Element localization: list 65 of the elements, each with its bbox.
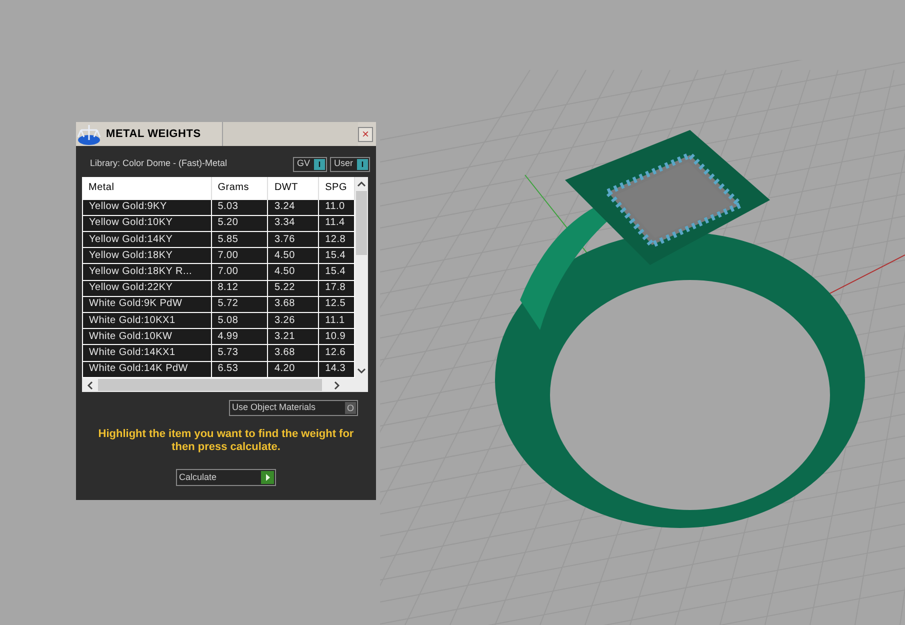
table-cell: Yellow Gold:14KY: [82, 231, 212, 248]
use-object-materials-toggle[interactable]: Use Object Materials O: [229, 400, 358, 416]
table-cell: 5.72: [211, 296, 268, 313]
table-cell: Yellow Gold:18KY: [82, 248, 212, 264]
table-cell: 5.22: [268, 280, 319, 296]
toggle-switch[interactable]: GV I: [292, 156, 327, 172]
table-cell: 5.73: [211, 344, 268, 362]
table-cell: 6.53: [211, 361, 268, 378]
table-cell: 3.76: [268, 231, 319, 248]
library-label: Library: Color Dome - (Fast)-Metal: [90, 157, 228, 170]
calculate-button[interactable]: Calculate: [176, 469, 276, 486]
table-cell: 4.99: [211, 328, 268, 345]
scrollbar-thumb[interactable]: [356, 191, 368, 255]
table-cell: Yellow Gold:18KY R...: [82, 264, 212, 280]
table-cell: White Gold:9K PdW: [82, 296, 212, 313]
scale-icon: [76, 122, 102, 146]
table-cell: Yellow Gold:10KY: [82, 215, 212, 232]
play-icon: [261, 471, 274, 484]
table-cell: 3.34: [268, 215, 319, 232]
table-cell: 3.68: [268, 344, 319, 362]
table-cell: 5.85: [211, 231, 268, 248]
table-cell: 17.8: [318, 280, 355, 296]
table-cell: 3.24: [268, 199, 319, 216]
table-cell: 3.68: [268, 296, 319, 313]
table-cell: Yellow Gold:22KY: [82, 280, 212, 296]
table-cell: 11.1: [318, 312, 355, 329]
table-cell: 5.08: [211, 312, 268, 329]
window-title: METAL WEIGHTS: [106, 126, 202, 142]
scroll-down-icon[interactable]: [357, 368, 366, 374]
table-cell: 15.4: [318, 248, 355, 264]
table-cell: 3.26: [268, 312, 319, 329]
table-cell: White Gold:14K PdW: [82, 361, 212, 378]
table-cell: White Gold:10KX1: [82, 312, 212, 329]
table-cell: White Gold:10KW: [82, 328, 212, 345]
close-button[interactable]: ×: [358, 126, 373, 142]
table-cell: 12.5: [318, 296, 355, 313]
table-cell: Yellow Gold:9KY: [82, 199, 212, 216]
table-cell: 7.00: [211, 248, 268, 264]
table-cell: 4.20: [268, 361, 319, 378]
table-cell: 14.3: [318, 361, 355, 378]
table-cell: 11.0: [318, 199, 355, 216]
column-header[interactable]: DWT: [268, 177, 319, 199]
table-cell: 12.6: [318, 344, 355, 362]
table-cell: 10.9: [318, 328, 355, 345]
table-cell: 12.8: [318, 231, 355, 248]
table-cell: White Gold:14KX1: [82, 344, 212, 362]
vertical-scrollbar[interactable]: [355, 177, 368, 378]
table-cell: 4.50: [268, 264, 319, 280]
table-cell: 7.00: [211, 264, 268, 280]
table-cell: 5.20: [211, 215, 268, 232]
scroll-up-icon[interactable]: [357, 181, 366, 187]
table-cell: 11.4: [318, 215, 355, 232]
column-header[interactable]: SPG: [318, 177, 355, 199]
scroll-left-icon[interactable]: [87, 380, 93, 390]
scroll-right-icon[interactable]: [334, 380, 340, 390]
instruction-text: Highlight the item you want to find the weight for then press calculate.: [97, 428, 355, 454]
table-cell: 8.12: [211, 280, 268, 296]
table-cell: 4.50: [268, 248, 319, 264]
column-header[interactable]: Grams: [211, 177, 268, 199]
horizontal-scrollbar[interactable]: [82, 378, 368, 392]
toggle-switch[interactable]: User I: [330, 156, 370, 172]
table-cell: 3.21: [268, 328, 319, 345]
table-cell: 5.03: [211, 199, 268, 216]
table-cell: 15.4: [318, 264, 355, 280]
horizontal-scrollbar-thumb[interactable]: [98, 379, 322, 391]
